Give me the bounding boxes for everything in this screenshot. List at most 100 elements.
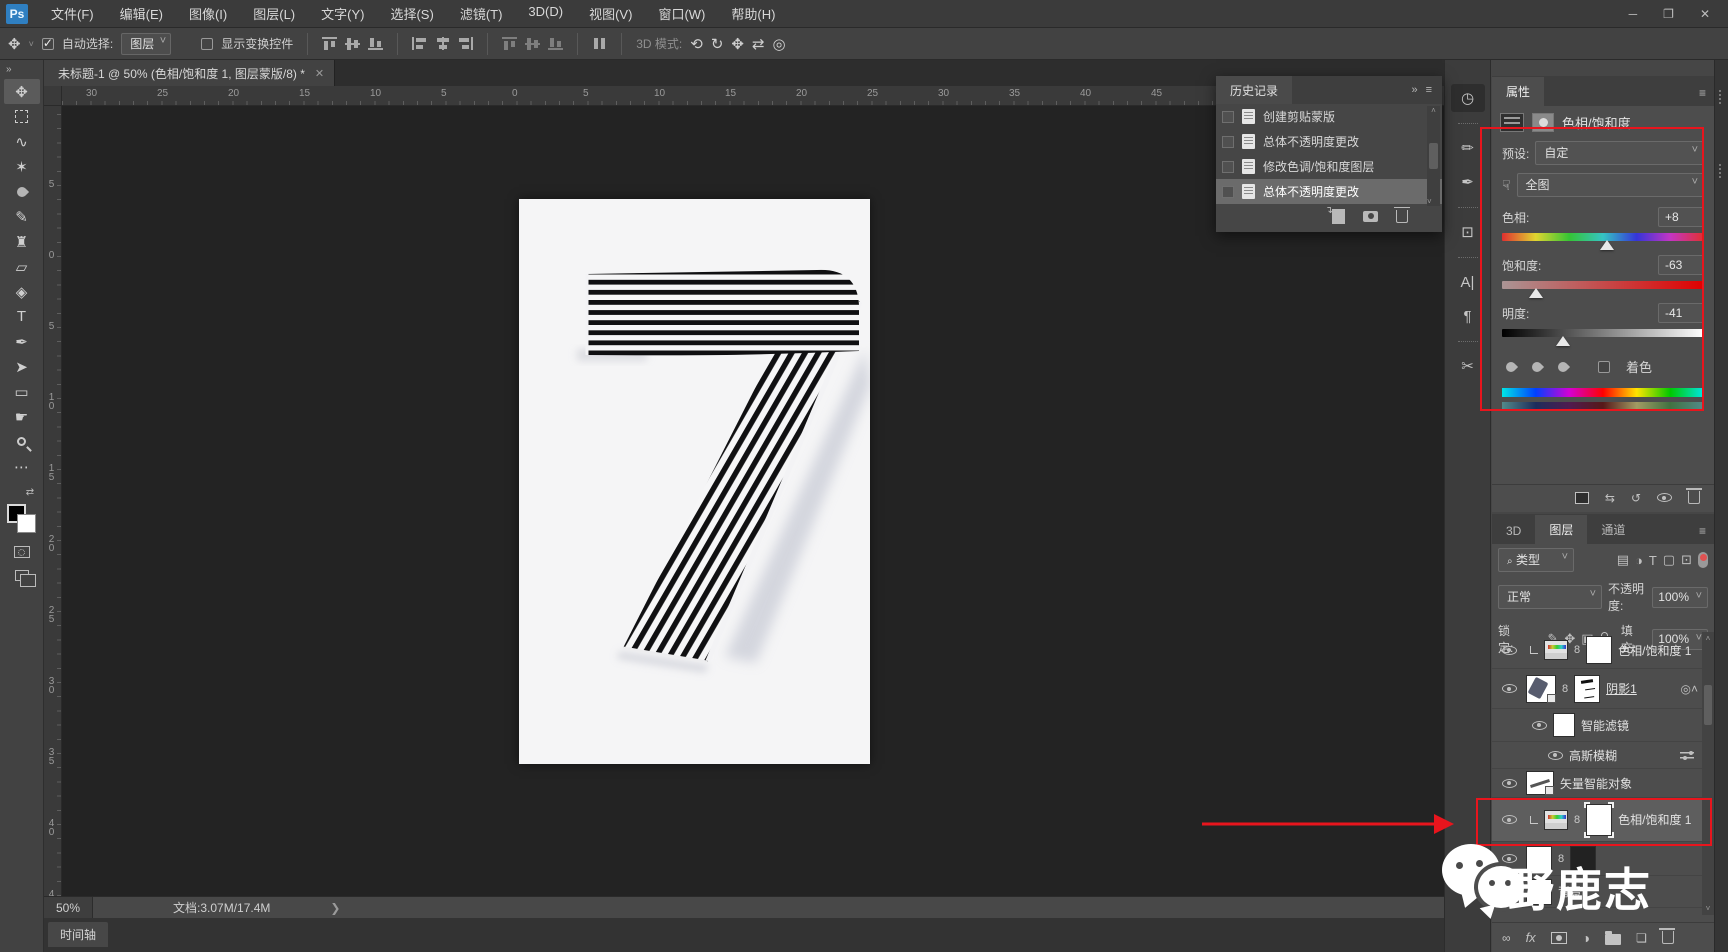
delete-adjustment-icon[interactable] — [1688, 491, 1700, 504]
layer-name[interactable]: 色相/饱和度 1 — [1618, 642, 1691, 659]
history-source-checkbox[interactable] — [1222, 186, 1234, 198]
colorize-checkbox[interactable] — [1598, 361, 1610, 373]
zoom-tool-icon[interactable] — [4, 429, 40, 454]
align-center-vertical-icon[interactable] — [345, 37, 360, 50]
layer-visibility-icon[interactable] — [1502, 815, 1517, 824]
panel-menu-icon[interactable]: ≡ — [1691, 518, 1714, 544]
layer-row-vector-smart-object[interactable]: 矢量智能对象 — [1492, 769, 1702, 798]
dock-grip[interactable] — [1458, 341, 1478, 345]
layer-row-hue-sat-top[interactable]: 8 色相/饱和度 1 — [1492, 632, 1702, 669]
menu-item[interactable]: 图像(I) — [176, 4, 240, 23]
color-swatches[interactable] — [7, 504, 37, 534]
history-source-checkbox[interactable] — [1222, 161, 1234, 173]
history-state[interactable]: 修改色调/饱和度图层 — [1216, 154, 1442, 179]
brushes-panel-icon[interactable]: ✒ — [1451, 168, 1485, 196]
filter-type-layers-icon[interactable]: T — [1649, 553, 1657, 568]
layer-name[interactable]: 阴影1 — [1606, 680, 1637, 697]
mask-thumbnail[interactable] — [1586, 636, 1612, 664]
saturation-slider[interactable] — [1502, 281, 1704, 289]
layer-visibility-icon[interactable] — [1502, 854, 1517, 863]
layer-visibility-icon[interactable] — [1502, 779, 1517, 788]
menu-item[interactable]: 帮助(H) — [718, 4, 788, 23]
paint-bucket-tool-icon[interactable]: ◈ — [4, 279, 40, 304]
dock-grip[interactable] — [1458, 123, 1478, 127]
3d-slide-icon[interactable]: ⇄ — [752, 35, 765, 53]
history-state[interactable]: 创建剪贴蒙版 — [1216, 104, 1442, 129]
filter-visibility-icon[interactable] — [1532, 721, 1547, 730]
filter-toggle[interactable] — [1698, 552, 1708, 568]
tab-history[interactable]: 历史记录 — [1216, 76, 1292, 104]
menu-item[interactable]: 3D(D) — [515, 4, 576, 23]
canvas[interactable] — [519, 199, 870, 764]
lightness-slider-thumb[interactable] — [1556, 336, 1570, 346]
layer-row-background[interactable]: 背景 — [1492, 876, 1702, 908]
auto-select-checkbox[interactable] — [42, 38, 54, 50]
maximize-icon[interactable]: ❐ — [1663, 7, 1674, 21]
layer-thumbnail[interactable] — [1526, 675, 1556, 703]
menu-item[interactable]: 文字(Y) — [308, 4, 377, 23]
delete-state-icon[interactable] — [1396, 210, 1408, 223]
menu-item[interactable]: 视图(V) — [576, 4, 645, 23]
layer-thumbnail[interactable] — [1526, 846, 1552, 872]
panel-menu-icon[interactable]: ≡ — [1426, 84, 1432, 96]
history-source-checkbox[interactable] — [1222, 111, 1234, 123]
filter-visibility-icon[interactable] — [1548, 751, 1563, 760]
minimize-icon[interactable]: ─ — [1629, 7, 1638, 21]
vertical-ruler[interactable]: 5051015202530354045 — [44, 106, 62, 896]
mask-link-icon[interactable]: 8 — [1574, 814, 1580, 826]
mask-thumbnail[interactable] — [1570, 846, 1596, 872]
3d-roll-icon[interactable]: ↻ — [711, 35, 724, 53]
mask-link-icon[interactable]: 8 — [1558, 853, 1564, 865]
layer-name[interactable]: 背景 — [1558, 883, 1582, 900]
character-panel-icon[interactable]: A| — [1451, 268, 1485, 296]
filter-type-dropdown[interactable]: ⌕ 类型 — [1498, 548, 1574, 572]
new-layer-icon[interactable]: ❏ — [1636, 931, 1647, 945]
default-swap-colors[interactable]: ⇄ — [9, 487, 34, 498]
menu-item[interactable]: 滤镜(T) — [447, 4, 516, 23]
layer-name[interactable]: 色相/饱和度 1 — [1618, 811, 1691, 828]
layer-thumbnail[interactable] — [1526, 879, 1552, 905]
distribute-vertical-icon[interactable] — [525, 37, 540, 50]
layer-visibility-icon[interactable] — [1502, 646, 1517, 655]
type-tool-icon[interactable]: T — [4, 304, 40, 329]
ruler-corner[interactable] — [44, 86, 62, 106]
hand-tool-icon[interactable]: ☛ — [4, 404, 40, 429]
eyedropper-tool-icon[interactable] — [4, 179, 40, 204]
distribute-horizontal-icon[interactable] — [592, 37, 607, 50]
filter-shape-layers-icon[interactable]: ▢ — [1663, 552, 1675, 568]
tool-presets-panel-icon[interactable]: ✂ — [1451, 352, 1485, 380]
rectangular-marquee-tool-icon[interactable] — [4, 104, 40, 129]
delete-layer-icon[interactable] — [1662, 931, 1674, 944]
scroll-down-icon[interactable]: ˅ — [1427, 197, 1440, 206]
tab-properties[interactable]: 属性 — [1492, 77, 1544, 106]
layers-scrollbar[interactable]: ˄ ˅ — [1702, 632, 1714, 915]
pen-tool-icon[interactable]: ✒ — [4, 329, 40, 354]
mask-thumbnail[interactable] — [1574, 675, 1600, 703]
targeted-adjust-icon[interactable]: ☟ — [1502, 177, 1511, 194]
show-transform-checkbox[interactable] — [201, 38, 213, 50]
tab-layers[interactable]: 图层 — [1535, 515, 1587, 544]
chevron-down-icon[interactable]: ˅ — [29, 39, 34, 49]
move-tool-icon[interactable]: ✥ — [8, 35, 21, 53]
panel-grip[interactable] — [1719, 90, 1725, 104]
new-group-icon[interactable] — [1605, 934, 1621, 945]
lightness-slider[interactable] — [1502, 329, 1704, 337]
menu-item[interactable]: 窗口(W) — [645, 4, 718, 23]
scroll-up-icon[interactable]: ˄ — [1702, 632, 1714, 643]
zoom-level-field[interactable]: 50% — [44, 897, 93, 918]
paragraph-panel-icon[interactable]: ¶ — [1451, 302, 1485, 330]
filter-adjustment-layers-icon[interactable]: ◑ — [1635, 553, 1643, 568]
layer-visibility-icon[interactable] — [1502, 887, 1517, 896]
new-document-from-state-icon[interactable] — [1332, 209, 1345, 224]
dock-grip[interactable] — [1458, 207, 1478, 211]
clone-stamp-tool-icon[interactable]: ♜ — [4, 229, 40, 254]
filter-pixel-layers-icon[interactable]: ▤ — [1617, 552, 1629, 568]
rectangle-shape-tool-icon[interactable]: ▭ — [4, 379, 40, 404]
tab-3d[interactable]: 3D — [1492, 518, 1535, 544]
hue-value[interactable]: +8 — [1658, 207, 1704, 227]
scroll-down-icon[interactable]: ˅ — [1702, 904, 1714, 913]
3d-camera-icon[interactable]: ◎ — [773, 35, 786, 53]
smart-filter-toggle-icon[interactable]: ◎˄ — [1681, 682, 1702, 696]
more-tools-tool-icon[interactable]: ⋯ — [4, 454, 40, 479]
preset-dropdown[interactable]: 自定 — [1535, 141, 1704, 165]
